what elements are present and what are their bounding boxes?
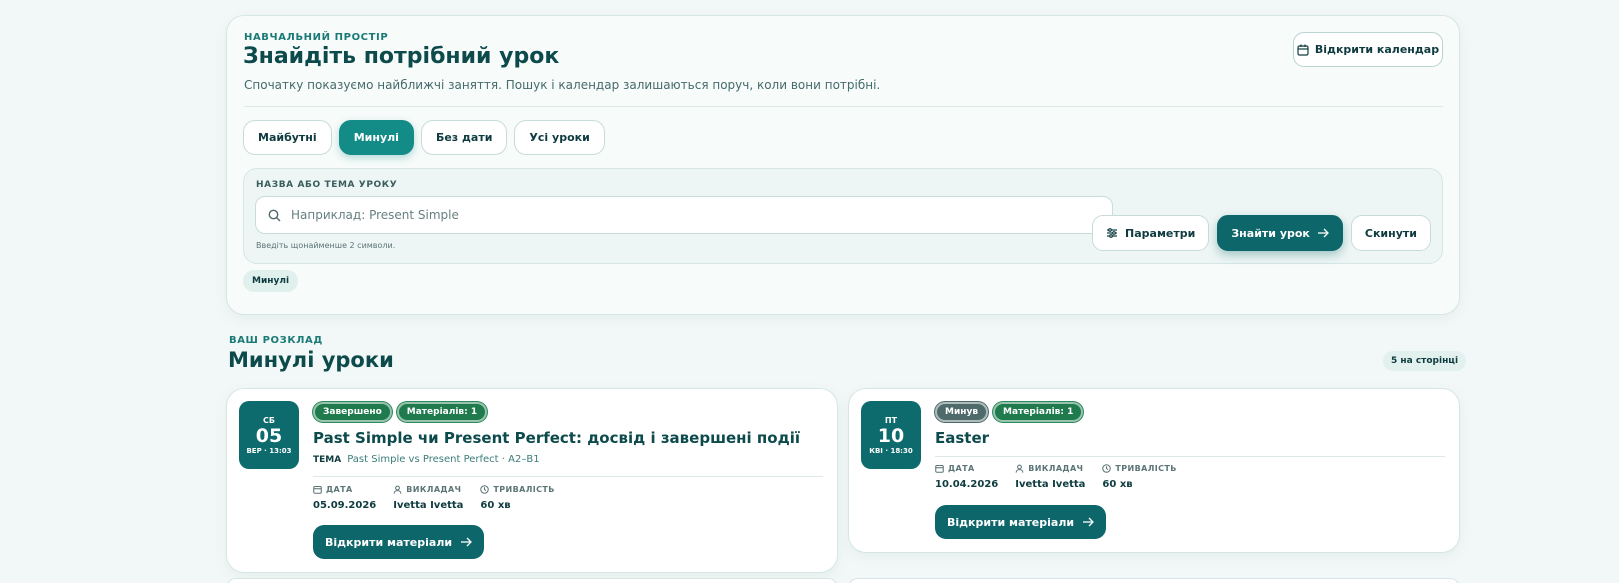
next-lesson-card-edge bbox=[226, 578, 838, 583]
lesson-title[interactable]: Easter bbox=[935, 429, 989, 447]
open-materials-button[interactable]: Відкрити матеріали bbox=[935, 505, 1107, 539]
arrow-right-icon bbox=[1083, 517, 1095, 527]
user-icon bbox=[393, 485, 402, 494]
lesson-tabs: Майбутні Минулі Без дати Усі уроки bbox=[243, 120, 605, 155]
open-materials-label: Відкрити матеріали bbox=[325, 535, 453, 549]
search-hint: Введіть щонайменше 2 символи. bbox=[256, 241, 396, 250]
meta-teacher-value: Ivetta Ivetta bbox=[1015, 479, 1086, 490]
reset-label: Скинути bbox=[1364, 226, 1417, 240]
meta-date-value: 05.09.2026 bbox=[313, 500, 377, 511]
meta-duration: ТРИВАЛІСТЬ 60 хв bbox=[480, 485, 554, 511]
materials-badge: Матеріалів: 1 bbox=[993, 402, 1084, 422]
meta-date: ДАТА 10.04.2026 bbox=[935, 464, 998, 490]
meta-teacher-label: ВИКЛАДАЧ bbox=[406, 485, 462, 494]
date-tile-month-time: ВЕР · 13:03 bbox=[246, 446, 292, 455]
parameters-button[interactable]: Параметри bbox=[1092, 215, 1210, 251]
panel-divider bbox=[244, 106, 1443, 107]
date-tile: ПТ 10 КВІ · 18:30 bbox=[861, 401, 921, 469]
tab-past[interactable]: Минулі bbox=[338, 120, 414, 155]
date-tile-day: 05 bbox=[255, 424, 283, 447]
date-tile: СБ 05 ВЕР · 13:03 bbox=[239, 401, 299, 469]
user-icon bbox=[1015, 464, 1024, 473]
meta-teacher-value: Ivetta Ivetta bbox=[393, 500, 464, 511]
lesson-meta: ДАТА 05.09.2026 ВИКЛАДАЧ Ivetta Ivetta Т… bbox=[313, 485, 555, 511]
calendar-icon bbox=[313, 485, 322, 494]
date-tile-day: 10 bbox=[877, 424, 905, 447]
meta-date-label: ДАТА bbox=[948, 464, 975, 473]
search-input-wrapper[interactable] bbox=[255, 196, 1113, 234]
search-input[interactable] bbox=[291, 208, 1071, 222]
lesson-badges: Минув Матеріалів: 1 bbox=[935, 402, 1084, 422]
find-lesson-button[interactable]: Знайти урок bbox=[1217, 215, 1343, 251]
meta-duration: ТРИВАЛІСТЬ 60 хв bbox=[1102, 464, 1176, 490]
per-page-badge: 5 на сторінці bbox=[1383, 351, 1467, 371]
lesson-search-panel: НАВЧАЛЬНИЙ ПРОСТІР Знайдіть потрібний ур… bbox=[226, 15, 1460, 315]
date-tile-weekday: ПТ bbox=[884, 415, 898, 425]
date-tile-weekday: СБ bbox=[263, 415, 275, 425]
tab-no-date[interactable]: Без дати bbox=[420, 120, 508, 155]
meta-duration-label: ТРИВАЛІСТЬ bbox=[493, 485, 555, 494]
find-lesson-label: Знайти урок bbox=[1231, 226, 1310, 240]
panel-eyebrow: НАВЧАЛЬНИЙ ПРОСТІР bbox=[244, 32, 389, 43]
reset-button[interactable]: Скинути bbox=[1350, 215, 1431, 251]
meta-duration-label: ТРИВАЛІСТЬ bbox=[1115, 464, 1177, 473]
parameters-label: Параметри bbox=[1125, 226, 1196, 240]
lesson-topic: ТЕМА Past Simple vs Present Perfect · A2–… bbox=[313, 454, 540, 465]
lesson-card: ПТ 10 КВІ · 18:30 Минув Матеріалів: 1 Ea… bbox=[848, 388, 1460, 553]
status-badge: Завершено bbox=[313, 402, 392, 422]
materials-badge: Матеріалів: 1 bbox=[396, 402, 488, 422]
topic-label: ТЕМА bbox=[313, 455, 342, 465]
search-icon bbox=[268, 209, 281, 221]
lesson-badges: Завершено Матеріалів: 1 bbox=[313, 402, 488, 422]
lesson-title[interactable]: Past Simple чи Present Perfect: досвід і… bbox=[313, 429, 800, 447]
topic-value: Past Simple vs Present Perfect · A2–B1 bbox=[347, 454, 540, 465]
section-title: Минулі уроки bbox=[228, 348, 394, 372]
date-tile-month-time: КВІ · 18:30 bbox=[869, 446, 913, 455]
page-title: Знайдіть потрібний урок bbox=[243, 44, 560, 69]
arrow-right-icon bbox=[461, 537, 473, 547]
tab-all-lessons[interactable]: Усі уроки bbox=[514, 120, 605, 155]
open-calendar-label: Відкрити календар bbox=[1314, 43, 1440, 56]
search-label: НАЗВА АБО ТЕМА УРОКУ bbox=[256, 180, 398, 190]
page-description: Спочатку показуємо найближчі заняття. По… bbox=[244, 78, 881, 92]
sliders-icon bbox=[1107, 228, 1118, 238]
meta-date: ДАТА 05.09.2026 bbox=[313, 485, 376, 511]
meta-duration-value: 60 хв bbox=[1102, 479, 1133, 490]
section-eyebrow: ВАШ РОЗКЛАД bbox=[229, 335, 323, 346]
open-materials-button[interactable]: Відкрити матеріали bbox=[313, 525, 485, 559]
arrow-right-icon bbox=[1317, 228, 1329, 238]
meta-duration-value: 60 хв bbox=[480, 500, 511, 511]
meta-teacher: ВИКЛАДАЧ Ivetta Ivetta bbox=[393, 485, 463, 511]
clock-icon bbox=[480, 485, 490, 494]
calendar-icon bbox=[1297, 44, 1309, 56]
meta-date-label: ДАТА bbox=[326, 485, 353, 494]
lesson-meta: ДАТА 10.04.2026 ВИКЛАДАЧ Ivetta Ivetta Т… bbox=[935, 464, 1177, 490]
card-divider bbox=[313, 476, 823, 477]
next-lesson-card-edge bbox=[848, 578, 1460, 583]
open-calendar-button[interactable]: Відкрити календар bbox=[1293, 32, 1443, 67]
open-materials-label: Відкрити матеріали bbox=[947, 515, 1075, 529]
lesson-card: СБ 05 ВЕР · 13:03 Завершено Матеріалів: … bbox=[226, 388, 838, 573]
meta-teacher: ВИКЛАДАЧ Ivetta Ivetta bbox=[1015, 464, 1085, 490]
status-badge: Минув bbox=[935, 402, 989, 422]
tab-upcoming[interactable]: Майбутні bbox=[243, 120, 332, 155]
search-box: НАЗВА АБО ТЕМА УРОКУ Введіть щонайменше … bbox=[243, 168, 1443, 264]
card-divider bbox=[935, 456, 1445, 457]
active-filter-chip[interactable]: Минулі bbox=[243, 270, 299, 292]
search-actions: Параметри Знайти урок Скинути bbox=[1092, 215, 1431, 251]
meta-teacher-label: ВИКЛАДАЧ bbox=[1028, 464, 1084, 473]
clock-icon bbox=[1102, 464, 1112, 473]
calendar-icon bbox=[935, 464, 944, 473]
meta-date-value: 10.04.2026 bbox=[935, 479, 999, 490]
